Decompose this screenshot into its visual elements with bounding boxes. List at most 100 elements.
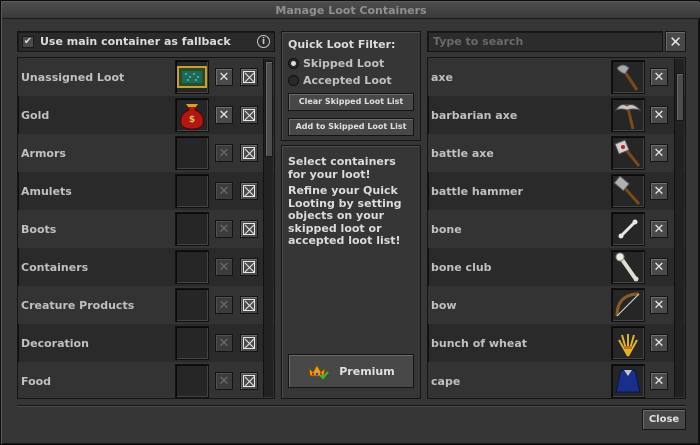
item-row[interactable]: bone ✕: [428, 210, 685, 248]
radio-label: Accepted Loot: [303, 74, 392, 87]
fallback-label: Use main container as fallback: [40, 35, 231, 48]
clear-container-button[interactable]: [240, 334, 258, 352]
empty-container-slot[interactable]: [175, 326, 209, 360]
green-backpack-icon[interactable]: [175, 60, 209, 94]
remove-button[interactable]: ✕: [215, 220, 233, 238]
clear-container-button[interactable]: [240, 220, 258, 238]
remove-item-button[interactable]: ✕: [650, 296, 668, 314]
clear-container-button[interactable]: [240, 144, 258, 162]
wheat-icon[interactable]: [611, 326, 645, 360]
accepted-loot-radio[interactable]: Accepted Loot: [288, 74, 392, 87]
remove-item-button[interactable]: ✕: [650, 68, 668, 86]
battle-hammer-icon[interactable]: [611, 174, 645, 208]
battle-axe-icon[interactable]: [611, 136, 645, 170]
remove-item-button[interactable]: ✕: [650, 334, 668, 352]
fallback-checkbox[interactable]: ✔: [22, 35, 34, 48]
empty-container-slot[interactable]: [175, 364, 209, 398]
clear-container-button[interactable]: [240, 182, 258, 200]
category-row[interactable]: Containers ✕: [18, 248, 274, 286]
category-row[interactable]: Creature Products ✕: [18, 286, 274, 324]
search-input[interactable]: Type to search: [427, 31, 663, 52]
empty-container-slot[interactable]: [175, 174, 209, 208]
footer-divider: [17, 405, 686, 407]
item-label: barbarian axe: [431, 108, 518, 122]
cape-icon[interactable]: [611, 364, 645, 398]
item-row[interactable]: bow ✕: [428, 286, 685, 324]
category-row[interactable]: Boots ✕: [18, 210, 274, 248]
axe-icon[interactable]: [611, 60, 645, 94]
category-scroll-thumb[interactable]: [265, 61, 273, 157]
item-row[interactable]: axe ✕: [428, 58, 685, 96]
category-row[interactable]: Amulets ✕: [18, 172, 274, 210]
item-label: axe: [431, 70, 453, 84]
filter-title: Quick Loot Filter:: [288, 38, 396, 51]
remove-button[interactable]: ✕: [215, 372, 233, 390]
bone-icon[interactable]: [611, 212, 645, 246]
category-label: Boots: [21, 222, 57, 236]
remove-item-button[interactable]: ✕: [650, 182, 668, 200]
item-scroll-thumb[interactable]: [676, 73, 684, 121]
category-label: Gold: [21, 108, 50, 122]
window-title: Manage Loot Containers: [2, 2, 700, 19]
loot-category-list: Unassigned Loot ✕ Gold $ ✕ Armors ✕ Amulets ✕ Boo…: [17, 57, 275, 399]
item-label: bone: [431, 222, 462, 236]
item-row[interactable]: barbarian axe ✕: [428, 96, 685, 134]
category-row[interactable]: Food ✕: [18, 362, 274, 398]
close-button[interactable]: Close: [642, 409, 686, 430]
item-row[interactable]: cape ✕: [428, 362, 685, 398]
empty-container-slot[interactable]: [175, 212, 209, 246]
clear-container-button[interactable]: [240, 372, 258, 390]
remove-item-button[interactable]: ✕: [650, 372, 668, 390]
remove-button[interactable]: ✕: [215, 144, 233, 162]
clear-search-button[interactable]: ✕: [665, 31, 686, 52]
info-icon[interactable]: i: [257, 35, 270, 48]
radio-selected-icon: [288, 58, 299, 69]
clear-skipped-loot-button[interactable]: Clear Skipped Loot List: [288, 93, 414, 111]
category-row[interactable]: Decoration ✕: [18, 324, 274, 362]
category-label: Creature Products: [21, 298, 135, 312]
info-line-refine: Refine your Quick Looting by setting obj…: [288, 184, 402, 247]
remove-item-button[interactable]: ✕: [650, 106, 668, 124]
skipped-loot-radio[interactable]: Skipped Loot: [288, 57, 384, 70]
remove-button[interactable]: ✕: [215, 296, 233, 314]
category-row[interactable]: Armors ✕: [18, 134, 274, 172]
add-to-skipped-loot-button[interactable]: Add to Skipped Loot List: [288, 118, 414, 136]
item-label: bunch of wheat: [431, 336, 528, 350]
item-label: cape: [431, 374, 461, 388]
bone-club-icon[interactable]: [611, 250, 645, 284]
info-line-select: Select containers for your loot!: [288, 155, 396, 181]
item-label: battle axe: [431, 146, 494, 160]
clear-container-button[interactable]: [240, 296, 258, 314]
red-money-bag-icon[interactable]: $: [175, 98, 209, 132]
remove-button[interactable]: ✕: [215, 68, 233, 86]
item-label: bow: [431, 298, 457, 312]
loot-item-list: axe ✕ barbarian axe ✕ battle axe ✕ battle hamm…: [427, 57, 686, 399]
remove-item-button[interactable]: ✕: [650, 144, 668, 162]
item-label: bone club: [431, 260, 492, 274]
bow-icon[interactable]: [611, 288, 645, 322]
category-row[interactable]: Unassigned Loot ✕: [18, 58, 274, 96]
remove-item-button[interactable]: ✕: [650, 220, 668, 238]
item-row[interactable]: bone club ✕: [428, 248, 685, 286]
category-row[interactable]: Gold $ ✕: [18, 96, 274, 134]
svg-text:$: $: [189, 115, 195, 125]
remove-button[interactable]: ✕: [215, 182, 233, 200]
empty-container-slot[interactable]: [175, 288, 209, 322]
clear-container-button[interactable]: [240, 68, 258, 86]
empty-container-slot[interactable]: [175, 250, 209, 284]
category-scrollbar[interactable]: [263, 59, 273, 397]
item-scrollbar[interactable]: [674, 59, 684, 397]
remove-item-button[interactable]: ✕: [650, 258, 668, 276]
remove-button[interactable]: ✕: [215, 334, 233, 352]
remove-button[interactable]: ✕: [215, 106, 233, 124]
clear-container-button[interactable]: [240, 258, 258, 276]
clear-container-button[interactable]: [240, 106, 258, 124]
category-label: Amulets: [21, 184, 72, 198]
empty-container-slot[interactable]: [175, 136, 209, 170]
remove-button[interactable]: ✕: [215, 258, 233, 276]
premium-button[interactable]: Premium: [288, 354, 414, 388]
barbarian-axe-icon[interactable]: [611, 98, 645, 132]
item-row[interactable]: bunch of wheat ✕: [428, 324, 685, 362]
item-row[interactable]: battle hammer ✕: [428, 172, 685, 210]
item-row[interactable]: battle axe ✕: [428, 134, 685, 172]
